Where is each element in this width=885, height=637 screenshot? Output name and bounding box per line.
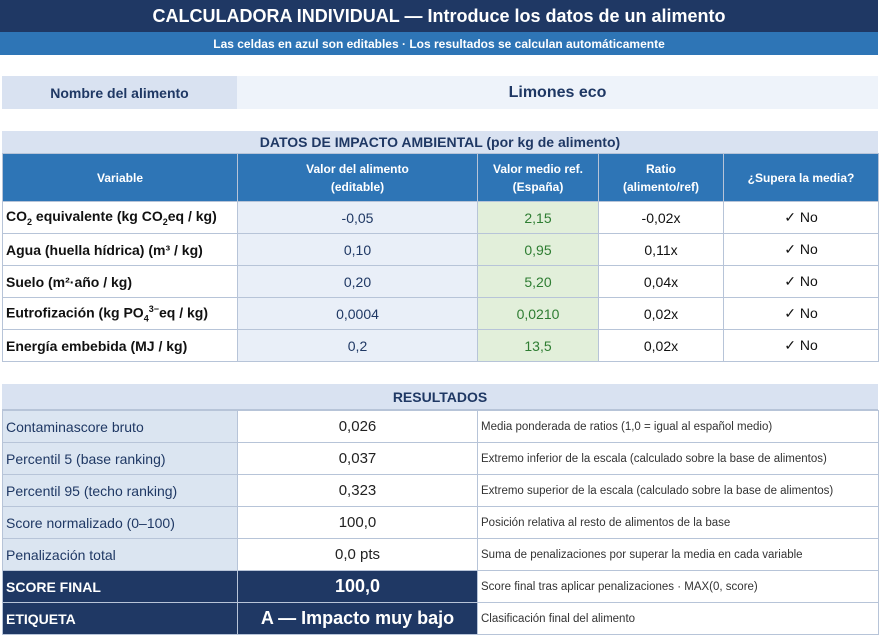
exceeds-cell: ✓ No (723, 233, 879, 266)
result-description: Extremo superior de la escala (calculado… (477, 474, 879, 507)
result-row-penalty: Penalización total 0,0 pts Suma de penal… (2, 538, 879, 571)
impact-header-row: Variable Valor del alimento (editable) Va… (2, 153, 879, 202)
results-table: Contaminascore bruto 0,026 Media pondera… (2, 410, 879, 635)
calculator-title: CALCULADORA INDIVIDUAL — Introduce los d… (0, 0, 878, 32)
impact-row-land: Suelo (m²·año / kg) 0,20 5,20 0,04x ✓ No (2, 265, 879, 298)
reference-value-cell: 2,15 (477, 201, 599, 234)
result-value: 0,323 (237, 474, 478, 507)
food-value-cell[interactable]: 0,10 (237, 233, 478, 266)
result-row-p95: Percentil 95 (techo ranking) 0,323 Extre… (2, 474, 879, 507)
impact-table: Variable Valor del alimento (editable) Va… (2, 153, 879, 362)
final-score-label: SCORE FINAL (2, 570, 238, 603)
column-header-food-value: Valor del alimento (editable) (237, 153, 478, 202)
result-label: Contaminascore bruto (2, 410, 238, 443)
ratio-cell: 0,02x (598, 297, 724, 330)
result-description: Media ponderada de ratios (1,0 = igual a… (477, 410, 879, 443)
exceeds-cell: ✓ No (723, 297, 879, 330)
result-label: Score normalizado (0–100) (2, 506, 238, 539)
variable-label: Energía embebida (MJ / kg) (2, 329, 238, 362)
column-header-reference: Valor medio ref. (España) (477, 153, 599, 202)
ratio-cell: 0,04x (598, 265, 724, 298)
exceeds-cell: ✓ No (723, 201, 879, 234)
ratio-cell: -0,02x (598, 201, 724, 234)
impact-row-water: Agua (huella hídrica) (m³ / kg) 0,10 0,9… (2, 233, 879, 266)
ratio-cell: 0,02x (598, 329, 724, 362)
column-header-variable: Variable (2, 153, 238, 202)
result-row-raw-score: Contaminascore bruto 0,026 Media pondera… (2, 410, 879, 443)
food-value-cell[interactable]: 0,0004 (237, 297, 478, 330)
food-value-cell[interactable]: 0,2 (237, 329, 478, 362)
food-name-label: Nombre del alimento (2, 76, 237, 109)
result-value: 100,0 (237, 506, 478, 539)
reference-value-cell: 0,95 (477, 233, 599, 266)
column-header-ratio: Ratio (alimento/ref) (598, 153, 724, 202)
result-value: 0,0 pts (237, 538, 478, 571)
result-value: 0,037 (237, 442, 478, 475)
final-label-value: A — Impacto muy bajo (237, 602, 478, 635)
column-header-exceeds: ¿Supera la media? (723, 153, 879, 202)
result-row-normalized: Score normalizado (0–100) 100,0 Posición… (2, 506, 879, 539)
reference-value-cell: 0,0210 (477, 297, 599, 330)
reference-value-cell: 13,5 (477, 329, 599, 362)
impact-row-eutrophication: Eutrofización (kg PO43−eq / kg) 0,0004 0… (2, 297, 879, 330)
ratio-cell: 0,11x (598, 233, 724, 266)
exceeds-cell: ✓ No (723, 265, 879, 298)
results-section-title: RESULTADOS (2, 384, 878, 410)
food-name-input[interactable]: Limones eco (237, 76, 878, 109)
variable-label: Agua (huella hídrica) (m³ / kg) (2, 233, 238, 266)
result-row-label: ETIQUETA A — Impacto muy bajo Clasificac… (2, 602, 879, 635)
calculator-subtitle: Las celdas en azul son editables · Los r… (0, 32, 878, 55)
food-value-cell[interactable]: 0,20 (237, 265, 478, 298)
final-score-value: 100,0 (237, 570, 478, 603)
result-row-final-score: SCORE FINAL 100,0 Score final tras aplic… (2, 570, 879, 603)
result-description: Clasificación final del alimento (477, 602, 879, 635)
variable-label: Suelo (m²·año / kg) (2, 265, 238, 298)
result-label: Percentil 5 (base ranking) (2, 442, 238, 475)
result-description: Suma de penalizaciones por superar la me… (477, 538, 879, 571)
exceeds-cell: ✓ No (723, 329, 879, 362)
variable-label: CO2 equivalente (kg CO2eq / kg) (2, 201, 238, 234)
result-label: Penalización total (2, 538, 238, 571)
impact-section-title: DATOS DE IMPACTO AMBIENTAL (por kg de al… (2, 131, 878, 154)
food-value-cell[interactable]: -0,05 (237, 201, 478, 234)
result-value: 0,026 (237, 410, 478, 443)
reference-value-cell: 5,20 (477, 265, 599, 298)
result-description: Extremo inferior de la escala (calculado… (477, 442, 879, 475)
impact-row-co2: CO2 equivalente (kg CO2eq / kg) -0,05 2,… (2, 201, 879, 234)
result-description: Score final tras aplicar penalizaciones … (477, 570, 879, 603)
variable-label: Eutrofización (kg PO43−eq / kg) (2, 297, 238, 330)
result-row-p5: Percentil 5 (base ranking) 0,037 Extremo… (2, 442, 879, 475)
final-label-label: ETIQUETA (2, 602, 238, 635)
result-label: Percentil 95 (techo ranking) (2, 474, 238, 507)
impact-row-energy: Energía embebida (MJ / kg) 0,2 13,5 0,02… (2, 329, 879, 362)
result-description: Posición relativa al resto de alimentos … (477, 506, 879, 539)
